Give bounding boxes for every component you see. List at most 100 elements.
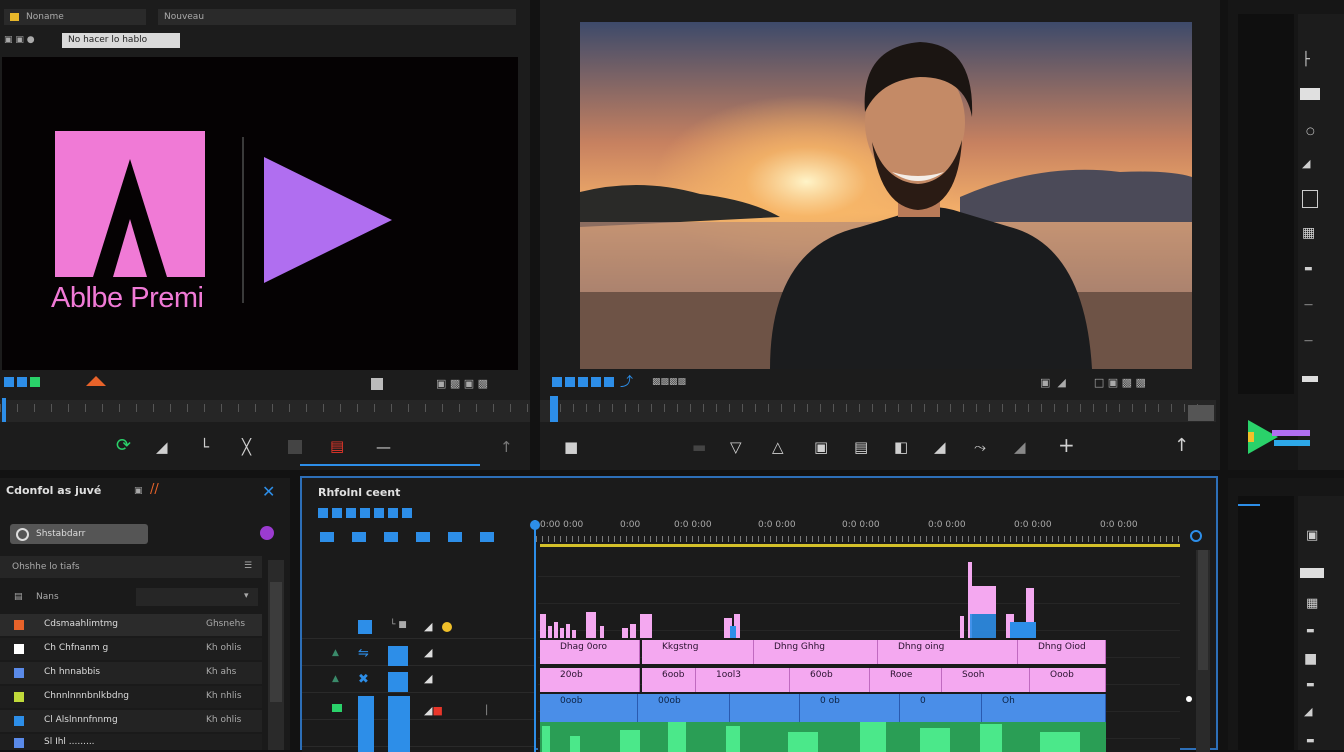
list-view-icon[interactable]: ☰: [244, 561, 252, 571]
timeline-playhead-head[interactable]: [530, 520, 540, 530]
audio-voice-icon[interactable]: │: [484, 706, 489, 716]
search-input[interactable]: Shstabdarr: [10, 524, 148, 544]
timeline-clip[interactable]: Dhag 0oro: [540, 640, 640, 664]
track-sync-icon[interactable]: ⇋: [358, 646, 369, 661]
timeline-playhead[interactable]: [534, 520, 536, 752]
program-export-icon[interactable]: ↑: [1174, 437, 1189, 455]
program-marker-icon[interactable]: ⤴: [620, 375, 633, 390]
timeline-scrollbar-thumb[interactable]: [1198, 550, 1208, 670]
program-scroll-end[interactable]: [1188, 405, 1214, 421]
overwrite-icon[interactable]: —: [376, 440, 391, 455]
track-a1-header[interactable]: ◢■ │: [332, 696, 532, 752]
track-v3-header[interactable]: └ ■ ◢: [332, 620, 532, 636]
step-back-icon[interactable]: ◢: [156, 440, 168, 455]
timeline-tool-icons[interactable]: [320, 532, 500, 546]
audio-solo-icon[interactable]: ▬: [1306, 734, 1315, 749]
audio-waveform[interactable]: [540, 722, 1106, 752]
rolling-edit-icon[interactable]: ○: [1306, 124, 1315, 139]
lift-icon[interactable]: ▤: [330, 439, 344, 454]
safe-margins-icon[interactable]: ◢: [934, 440, 946, 455]
timeline-clip[interactable]: Rooe: [870, 668, 942, 692]
track-target-icon[interactable]: ▲: [332, 674, 339, 684]
slip-icon[interactable]: ▦: [1302, 226, 1315, 241]
source-right-icons[interactable]: ▣ ▩ ▣ ▩: [436, 377, 488, 390]
timeline-clip[interactable]: Sooh: [942, 668, 1030, 692]
track-select-icon[interactable]: ├: [1302, 52, 1310, 67]
sort-icon[interactable]: ▤: [14, 592, 23, 602]
column-header[interactable]: ▤ Nans ▾: [10, 588, 260, 608]
toggle-output-icon[interactable]: [358, 620, 372, 634]
audio-meter-icon[interactable]: ▣: [1306, 528, 1318, 543]
timeline-ruler[interactable]: 0:00 0:00 0:00 0:0 0:00 0:0 0:00 0:0 0:0…: [536, 518, 1186, 548]
track-eye-icon[interactable]: ◢: [424, 672, 432, 685]
timeline-clip[interactable]: 1ool3: [696, 668, 790, 692]
home-icon[interactable]: ■: [564, 440, 578, 455]
source-toolbar-icons[interactable]: ▣ ▣ ●: [4, 35, 35, 45]
audio-pan-icon[interactable]: ◢: [1304, 704, 1312, 719]
track-target-icon[interactable]: ▲: [332, 648, 339, 658]
timecode-readout[interactable]: [318, 508, 418, 520]
project-list-row[interactable]: Cl Alslnnnfnnmg Kh ohlis: [0, 710, 262, 732]
panel-expand-icon[interactable]: //: [150, 482, 159, 497]
add-button-icon[interactable]: +: [1058, 435, 1075, 455]
project-list-row[interactable]: Ch hnnabbis Kh ahs: [0, 662, 262, 684]
timeline-clip[interactable]: Dhng Ghhg: [754, 640, 878, 664]
audio-clip-icon[interactable]: ▦: [1306, 596, 1318, 611]
timeline-clip[interactable]: 6oob: [642, 668, 696, 692]
timeline-scrollbar[interactable]: [1196, 550, 1210, 752]
project-scrollbar[interactable]: [268, 560, 284, 750]
project-list-row[interactable]: Chnnlnnnbnlkbdng Kh nhlis: [0, 686, 262, 708]
filter-bar[interactable]: Ohshhe lo tiafs ☰: [0, 556, 262, 578]
mark-in-icon[interactable]: └: [200, 440, 209, 455]
timeline-clip[interactable]: 0oob: [540, 694, 638, 724]
rate-stretch-icon[interactable]: ◢: [1302, 156, 1310, 171]
timeline-settings-icon[interactable]: [1190, 530, 1202, 542]
frame-back-icon[interactable]: ▬: [692, 440, 706, 455]
audio-mixer-icon[interactable]: ▬: [1306, 624, 1315, 639]
overlay-icon[interactable]: ◢: [1014, 440, 1026, 455]
column-dropdown[interactable]: ▾: [136, 588, 258, 606]
timeline-clip[interactable]: 60ob: [790, 668, 870, 692]
track-record-icon[interactable]: [442, 622, 452, 632]
audio-solo-toggle[interactable]: [388, 696, 410, 752]
project-list-row[interactable]: Ch Chfnanm g Kh ohlis: [0, 638, 262, 660]
ripple-edit-icon[interactable]: [1300, 88, 1320, 100]
insert-icon[interactable]: ⤳: [974, 440, 986, 455]
razor-icon[interactable]: [1302, 190, 1318, 208]
track-sync-icon[interactable]: ✖: [358, 672, 369, 687]
new-bin-icon[interactable]: [260, 526, 274, 540]
step-back-tri-icon[interactable]: ▽: [730, 440, 742, 455]
track-eye-icon[interactable]: ◢: [424, 620, 432, 633]
source-tab[interactable]: No hacer lo hablo: [62, 33, 180, 48]
timeline-clip[interactable]: [730, 694, 800, 724]
type-icon[interactable]: [1302, 376, 1318, 382]
track-eye-icon[interactable]: ◢: [424, 646, 432, 659]
close-panel-icon[interactable]: ✕: [262, 482, 275, 501]
timeline-clip[interactable]: 0: [900, 694, 982, 724]
track-v1-header[interactable]: ▲ ✖ ◢: [332, 672, 532, 692]
track-v2-header[interactable]: ▲ ⇋ ◢: [332, 646, 532, 666]
audio-keyframe-icon[interactable]: ▬: [1306, 678, 1315, 693]
project-list-row[interactable]: Cdsmaahlimtmg Ghsnehs: [0, 614, 262, 636]
step-forward-icon[interactable]: ▤: [854, 440, 868, 455]
toggle-output-icon[interactable]: [388, 646, 408, 666]
toggle-output-icon[interactable]: [388, 672, 408, 692]
timeline-clip[interactable]: Dhng oing: [878, 640, 1018, 664]
program-playhead[interactable]: [550, 396, 558, 422]
audio-speaker-icon[interactable]: ◢■: [424, 704, 443, 717]
audio-bar-icon[interactable]: [1300, 568, 1324, 578]
timeline-scroll-dot[interactable]: [1186, 696, 1192, 702]
mark-out-icon[interactable]: ╳: [242, 440, 251, 455]
zoom-icon[interactable]: —: [1304, 334, 1313, 349]
program-misc-icons[interactable]: ▩▩▩▩: [652, 377, 686, 387]
timeline-clip[interactable]: 20ob: [540, 668, 640, 692]
program-right-icons[interactable]: ▣ ◢ □ ▣ ▩ ▩: [1040, 376, 1146, 389]
audio-mute-toggle[interactable]: [358, 696, 374, 752]
loop-icon[interactable]: ◧: [894, 440, 908, 455]
play-stop-icon[interactable]: ▣: [814, 440, 828, 455]
work-area-bar[interactable]: [540, 544, 1180, 547]
source-top-field[interactable]: Noname: [4, 9, 146, 25]
stop-icon[interactable]: [288, 440, 302, 454]
timeline-clip[interactable]: Ooob: [1030, 668, 1106, 692]
timeline-clip[interactable]: Dhng Oiod: [1018, 640, 1106, 664]
